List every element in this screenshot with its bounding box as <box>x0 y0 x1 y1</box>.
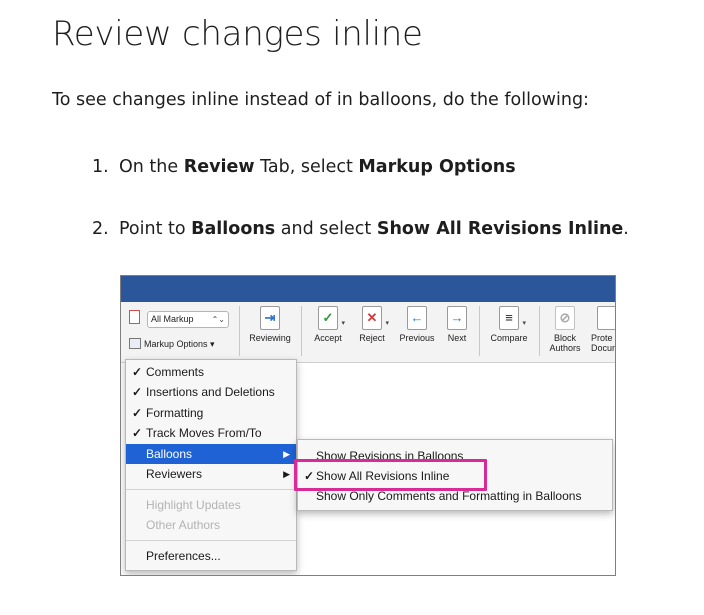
step-number: 1. <box>92 157 109 177</box>
menu-item-label: Formatting <box>146 406 204 420</box>
step-bold-term: Review <box>183 157 255 177</box>
markup-select-value: All Markup <box>151 314 194 324</box>
previous-label: Previous <box>399 333 435 343</box>
reject-button[interactable]: ✕ ▾ Reject <box>355 306 389 343</box>
menu-item-label: Insertions and Deletions <box>146 385 275 399</box>
menu-item-label: Comments <box>146 365 205 379</box>
menu-item-balloons[interactable]: Balloons ▶ <box>126 444 296 464</box>
next-label: Next <box>447 333 467 343</box>
menu-item-preferences[interactable]: Preferences... <box>126 546 296 566</box>
check-icon: ✓ <box>132 385 143 399</box>
markup-options-button[interactable]: Markup Options ▾ <box>129 338 215 350</box>
word-review-screenshot: All Markup ⌃⌄ Markup Options ▾ ⇥ Reviewi… <box>120 275 616 576</box>
step-bold-term: Balloons <box>191 219 276 239</box>
menu-item-formatting[interactable]: ✓ Formatting <box>126 403 296 423</box>
next-change-button[interactable]: → Next <box>443 306 471 343</box>
menu-item-label: Other Authors <box>146 518 221 532</box>
page-title: Review changes inline <box>52 14 423 54</box>
menu-item-label: Reviewers <box>146 467 203 481</box>
menu-item-insertions-deletions[interactable]: ✓ Insertions and Deletions <box>126 382 296 402</box>
menu-divider <box>126 489 296 490</box>
submenu-arrow-icon: ▶ <box>283 449 290 459</box>
markup-options-icon <box>129 338 141 349</box>
callout-highlight-box <box>294 459 487 491</box>
protect-document-icon <box>597 306 615 330</box>
menu-item-highlight-updates: Highlight Updates <box>126 495 296 515</box>
step-bold-term: Markup Options <box>358 157 516 177</box>
select-arrows-icon: ⌃⌄ <box>211 315 225 324</box>
ribbon-separator <box>301 306 302 356</box>
reviewing-button[interactable]: ⇥ Reviewing <box>247 306 293 343</box>
block-authors-label: Authors <box>549 343 581 353</box>
step-text: and select <box>275 219 377 239</box>
markup-options-label: Markup Options <box>144 339 208 349</box>
menu-item-other-authors: Other Authors <box>126 515 296 535</box>
menu-item-label: Track Moves From/To <box>146 426 262 440</box>
step-bold-term: Show All Revisions Inline <box>376 219 624 239</box>
markup-display-select[interactable]: All Markup ⌃⌄ <box>147 311 229 328</box>
menu-item-label: Preferences... <box>146 549 221 563</box>
menu-item-label: Highlight Updates <box>146 498 241 512</box>
reject-label: Reject <box>359 333 385 343</box>
compare-button[interactable]: ≡ ▾ Compare <box>487 306 531 343</box>
ribbon-separator <box>479 306 480 356</box>
protect-document-button[interactable]: Prote Docum <box>591 306 615 353</box>
submenu-arrow-icon: ▶ <box>283 469 290 479</box>
step-number: 2. <box>92 219 109 239</box>
ribbon-separator <box>239 306 240 356</box>
dropdown-arrow-icon: ▾ <box>210 339 215 349</box>
window-titlebar <box>121 276 615 302</box>
block-authors-icon: ⊘ <box>555 306 575 330</box>
block-authors-label: Block <box>553 333 576 343</box>
dropdown-arrow-icon: ▾ <box>522 320 526 327</box>
menu-item-reviewers[interactable]: Reviewers ▶ <box>126 464 296 484</box>
compare-documents-icon: ≡ ▾ <box>499 306 526 330</box>
protect-label: Docum <box>591 343 615 353</box>
protect-label: Prote <box>591 333 613 343</box>
menu-item-label: Balloons <box>146 447 193 461</box>
menu-item-track-moves[interactable]: ✓ Track Moves From/To <box>126 423 296 443</box>
dropdown-arrow-icon: ▾ <box>385 320 389 327</box>
reviewing-label: Reviewing <box>249 333 291 343</box>
review-ribbon: All Markup ⌃⌄ Markup Options ▾ ⇥ Reviewi… <box>121 302 615 363</box>
dropdown-arrow-icon: ▾ <box>341 320 345 327</box>
accept-icon: ✓ ▾ <box>318 306 345 330</box>
intro-text: To see changes inline instead of in ball… <box>52 90 589 110</box>
check-icon: ✓ <box>132 365 143 379</box>
accept-button[interactable]: ✓ ▾ Accept <box>311 306 345 343</box>
block-authors-button[interactable]: ⊘ Block Authors <box>545 306 585 353</box>
step-text: On the <box>119 157 184 177</box>
reject-icon: ✕ ▾ <box>362 306 389 330</box>
next-arrow-icon: → <box>447 306 467 330</box>
step-1: 1. On the Review Tab, select Markup Optio… <box>92 157 516 177</box>
step-text: . <box>623 219 629 239</box>
previous-change-button[interactable]: ← Previous <box>397 306 437 343</box>
accept-label: Accept <box>314 333 342 343</box>
menu-item-label: Show Only Comments and Formatting in Bal… <box>316 489 582 503</box>
ribbon-separator <box>539 306 540 356</box>
markup-options-menu: ✓ Comments ✓ Insertions and Deletions ✓ … <box>125 359 297 571</box>
previous-arrow-icon: ← <box>407 306 427 330</box>
markup-doc-icon <box>129 310 140 324</box>
check-icon: ✓ <box>132 406 143 420</box>
step-2: 2. Point to Balloons and select Show All … <box>92 219 629 239</box>
step-text: Point to <box>119 219 192 239</box>
reviewing-pane-icon: ⇥ <box>260 306 280 330</box>
menu-item-comments[interactable]: ✓ Comments <box>126 362 296 382</box>
check-icon: ✓ <box>132 426 143 440</box>
step-text: Tab, select <box>254 157 359 177</box>
menu-divider <box>126 540 296 541</box>
